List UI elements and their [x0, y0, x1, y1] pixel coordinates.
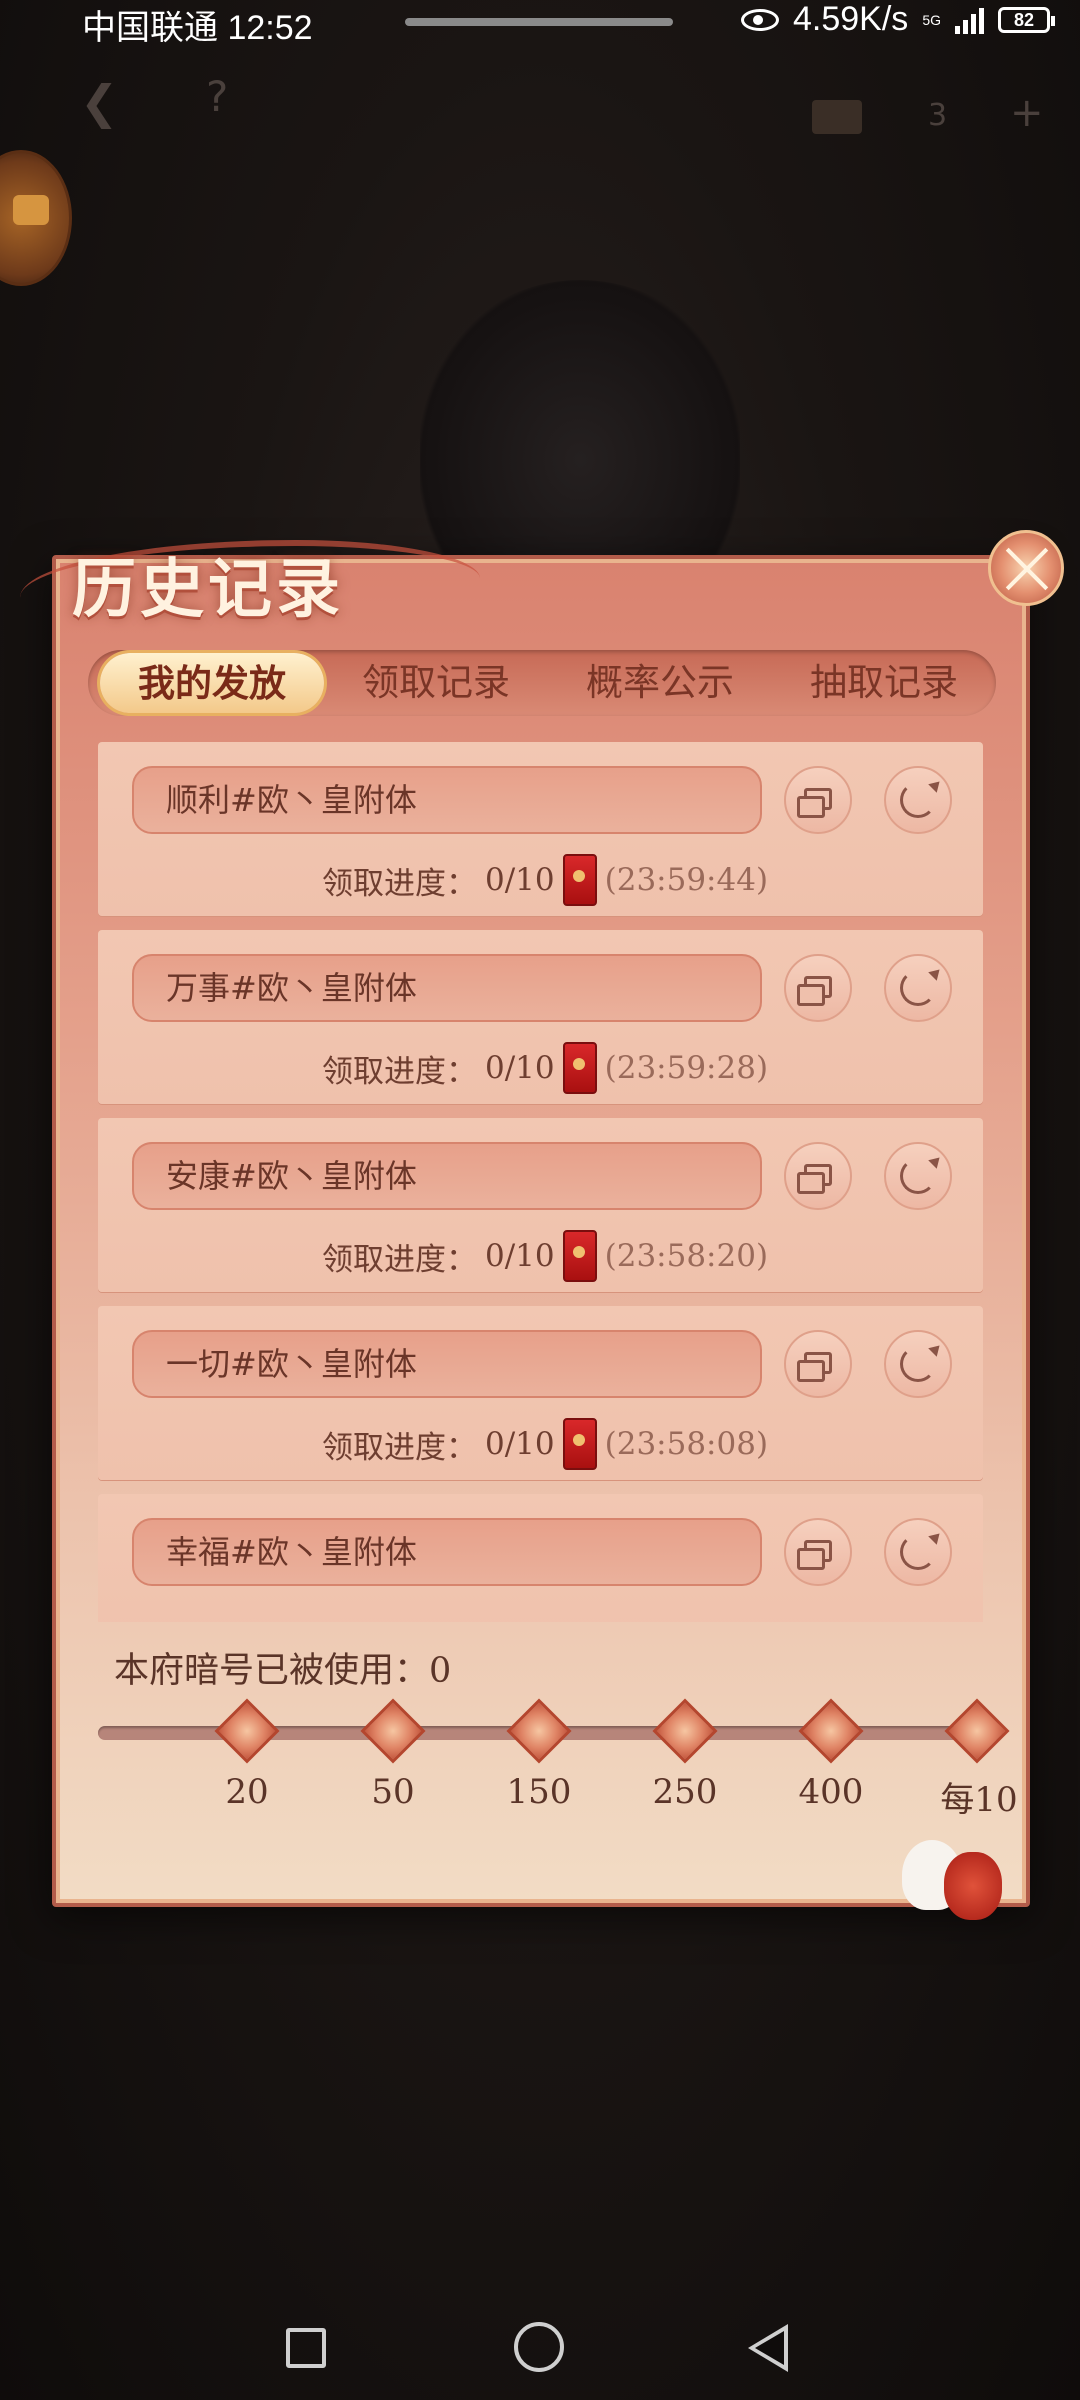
progress-value: 0/10: [485, 1426, 555, 1462]
milestone-label: 50: [371, 1772, 415, 1812]
list-item: 万事#欧丶皇附体 领取进度： 0/10 (23:59:28): [98, 930, 983, 1104]
share-button[interactable]: [884, 766, 952, 834]
copy-button[interactable]: [784, 1518, 852, 1586]
list-item: 幸福#欧丶皇附体: [98, 1494, 983, 1622]
progress-label: 领取进度：: [322, 1241, 477, 1278]
record-name: 幸福#欧丶皇附体: [132, 1518, 762, 1586]
record-name: 顺利#欧丶皇附体: [132, 766, 762, 834]
copy-icon: [797, 1352, 832, 1382]
record-name: 安康#欧丶皇附体: [132, 1142, 762, 1210]
chest-small-icon: [812, 100, 862, 134]
tab-claim-records[interactable]: 领取记录: [324, 653, 548, 713]
red-packet-icon: [562, 1230, 597, 1282]
share-icon: [900, 1158, 936, 1194]
claim-progress: 领取进度： 0/10 (23:59:44): [322, 854, 768, 906]
tab-probability[interactable]: 概率公示: [548, 653, 772, 713]
background-figure: [420, 280, 740, 580]
signal-icon: [955, 6, 984, 34]
tab-my-distribution[interactable]: 我的发放: [100, 653, 324, 713]
status-pill: [405, 18, 673, 26]
treasure-chest-icon[interactable]: [0, 150, 72, 286]
status-bar: 中国联通 12:52 4.59K/s 5G 82: [0, 0, 1080, 47]
share-icon: [900, 1534, 936, 1570]
recents-icon[interactable]: [286, 2328, 326, 2368]
claim-progress: 领取进度： 0/10 (23:59:28): [322, 1042, 768, 1094]
milestone-label: 150: [506, 1772, 572, 1812]
copy-button[interactable]: [784, 1142, 852, 1210]
network-type: 5G: [922, 11, 941, 28]
claim-progress: 领取进度： 0/10 (23:58:08): [322, 1418, 768, 1470]
record-name: 万事#欧丶皇附体: [132, 954, 762, 1022]
share-icon: [900, 970, 936, 1006]
share-icon: [900, 1346, 936, 1382]
panel-title: 历史记录: [72, 552, 344, 627]
help-icon[interactable]: ?: [206, 72, 228, 121]
progress-value: 0/10: [485, 862, 555, 898]
home-icon[interactable]: [514, 2322, 564, 2372]
progress-label: 领取进度：: [322, 1053, 477, 1090]
progress-value: 0/10: [485, 1238, 555, 1274]
code-used-count: 本府暗号已被使用：0: [114, 1651, 452, 1691]
record-time: (23:58:20): [604, 1238, 769, 1274]
milestone-label: 每10: [940, 1780, 1018, 1820]
share-button[interactable]: [884, 1330, 952, 1398]
copy-icon: [797, 1540, 832, 1570]
share-icon: [900, 782, 936, 818]
eye-icon: [741, 8, 779, 31]
record-time: (23:58:08): [604, 1426, 769, 1462]
list-item: 一切#欧丶皇附体 领取进度： 0/10 (23:58:08): [98, 1306, 983, 1480]
milestone-label: 400: [798, 1772, 864, 1812]
copy-button[interactable]: [784, 954, 852, 1022]
progress-value: 0/10: [485, 1050, 555, 1086]
red-packet-icon: [562, 1418, 597, 1470]
record-name: 一切#欧丶皇附体: [132, 1330, 762, 1398]
copy-button[interactable]: [784, 766, 852, 834]
add-icon[interactable]: +: [1010, 90, 1044, 136]
top-count: 3: [928, 98, 948, 133]
milestone-label: 20: [225, 1772, 269, 1812]
carrier-time: 中国联通 12:52: [82, 9, 313, 47]
close-button[interactable]: [988, 530, 1064, 606]
copy-icon: [797, 788, 832, 818]
record-list[interactable]: 顺利#欧丶皇附体 领取进度： 0/10 (23:59:44) 万事#欧丶皇附体 …: [98, 742, 983, 1622]
status-right: 4.59K/s 5G 82: [741, 0, 1055, 39]
back-icon[interactable]: ❮: [80, 75, 119, 129]
copy-icon: [797, 976, 832, 1006]
list-item: 安康#欧丶皇附体 领取进度： 0/10 (23:58:20): [98, 1118, 983, 1292]
milestone-label: 250: [652, 1772, 718, 1812]
record-time: (23:59:44): [604, 862, 769, 898]
mascot-icon: [892, 1830, 1012, 1930]
net-speed: 4.59K/s: [793, 0, 909, 38]
share-button[interactable]: [884, 1518, 952, 1586]
progress-label: 领取进度：: [322, 865, 477, 902]
tab-bar: 我的发放 领取记录 概率公示 抽取记录: [88, 650, 996, 716]
red-packet-icon: [562, 1042, 597, 1094]
copy-button[interactable]: [784, 1330, 852, 1398]
progress-label: 领取进度：: [322, 1429, 477, 1466]
claim-progress: 领取进度： 0/10 (23:58:20): [322, 1230, 768, 1282]
share-button[interactable]: [884, 1142, 952, 1210]
copy-icon: [797, 1164, 832, 1194]
record-time: (23:59:28): [604, 1050, 769, 1086]
share-button[interactable]: [884, 954, 952, 1022]
tab-draw-records[interactable]: 抽取记录: [772, 653, 996, 713]
back-nav-icon[interactable]: [748, 2324, 788, 2372]
red-packet-icon: [562, 854, 597, 906]
system-nav-bar: [0, 2288, 1080, 2400]
battery-icon: 82: [998, 6, 1055, 33]
list-item: 顺利#欧丶皇附体 领取进度： 0/10 (23:59:44): [98, 742, 983, 916]
